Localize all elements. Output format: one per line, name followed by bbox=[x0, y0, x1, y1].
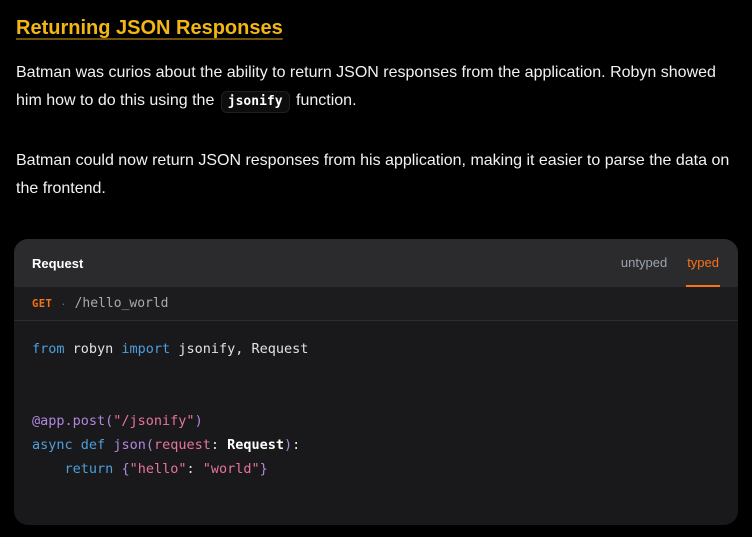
panel-title: Request bbox=[32, 255, 84, 271]
second-paragraph: Batman could now return JSON responses f… bbox=[16, 152, 730, 197]
code-line: async def json(request: Request): bbox=[32, 437, 301, 453]
intro-paragraph: Batman was curios about the ability to r… bbox=[16, 59, 736, 116]
heading-anchor-link[interactable]: Returning JSON Responses bbox=[16, 17, 283, 39]
docs-content: Returning JSON Responses Batman was curi… bbox=[0, 0, 752, 537]
tab-untyped[interactable]: untyped bbox=[620, 239, 668, 287]
code-block: from robyn import jsonify, Request @app.… bbox=[14, 321, 738, 525]
page: { "colors": { "background": "#000000", "… bbox=[0, 0, 752, 537]
endpoint-separator: · bbox=[61, 296, 66, 311]
http-method-badge: GET bbox=[32, 297, 53, 310]
code-line: @app.post("/jsonify") bbox=[32, 413, 203, 429]
intro-text-before: Batman was curios about the ability to r… bbox=[16, 64, 716, 109]
page-title: Returning JSON Responses bbox=[16, 16, 736, 40]
inline-code-jsonify: jsonify bbox=[220, 91, 290, 113]
endpoint-path: /hello_world bbox=[74, 296, 169, 311]
intro-text-after: function. bbox=[291, 92, 357, 109]
code-line: from robyn import jsonify, Request bbox=[32, 341, 309, 357]
tab-typed[interactable]: typed bbox=[686, 239, 720, 287]
code-tabs: untyped typed bbox=[620, 239, 720, 287]
request-code-panel: Request untyped typed GET · /hello_world… bbox=[14, 239, 738, 525]
code-line: return {"hello": "world"} bbox=[64, 461, 268, 477]
code-panel-header: Request untyped typed bbox=[14, 239, 738, 287]
endpoint-row: GET · /hello_world bbox=[14, 287, 738, 321]
